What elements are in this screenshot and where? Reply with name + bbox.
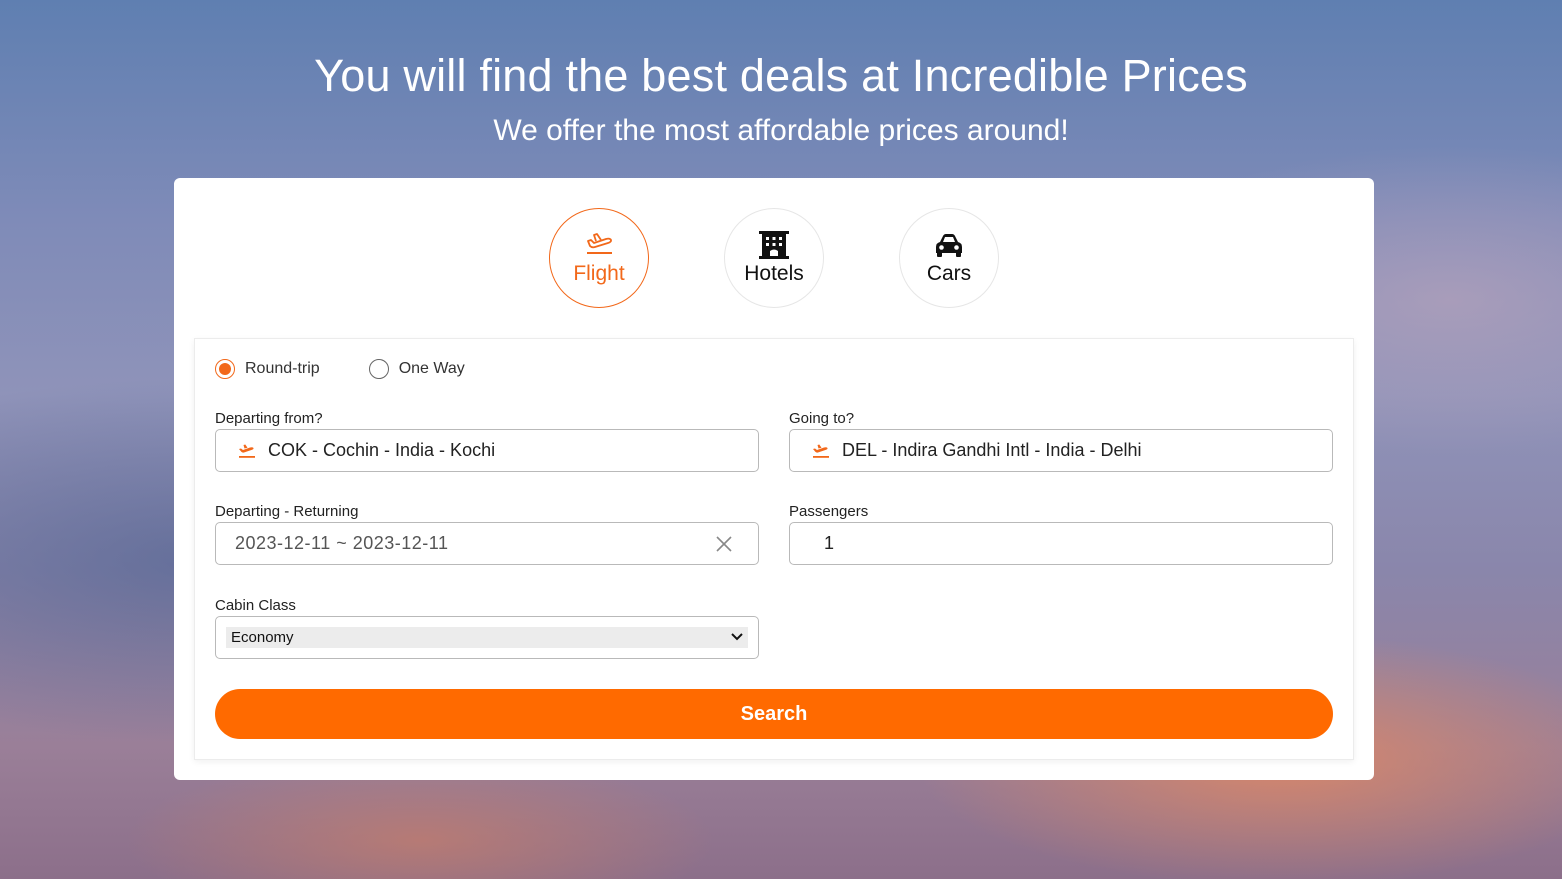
- trip-type-group: Round-trip One Way: [215, 359, 514, 379]
- one-way-radio[interactable]: One Way: [368, 359, 465, 379]
- search-button[interactable]: Search: [215, 689, 1333, 739]
- page-subtitle: We offer the most affordable prices arou…: [493, 114, 1069, 147]
- car-icon: [933, 230, 965, 260]
- cabin-class-select[interactable]: Economy: [215, 616, 759, 659]
- close-icon[interactable]: [714, 534, 734, 554]
- plane-departure-icon: [583, 230, 615, 260]
- flight-search-form: Round-trip One Way Departing from? COK -…: [194, 338, 1354, 760]
- round-trip-radio[interactable]: Round-trip: [215, 359, 320, 379]
- from-label: Departing from?: [215, 410, 323, 427]
- passengers-input[interactable]: 1: [789, 522, 1333, 565]
- departing-from-value: COK - Cochin - India - Kochi: [268, 440, 496, 460]
- to-label: Going to?: [789, 410, 855, 427]
- tab-cars[interactable]: Cars: [899, 208, 999, 308]
- dates-label: Departing - Returning: [215, 503, 359, 520]
- round-trip-label: Round-trip: [245, 360, 320, 377]
- passengers-value: 1: [824, 533, 835, 553]
- chevron-down-icon: [730, 629, 744, 647]
- going-to-input[interactable]: DEL - Indira Gandhi Intl - India - Delhi: [789, 429, 1333, 472]
- tab-flight-label: Flight: [573, 262, 625, 285]
- building-icon: [758, 230, 790, 260]
- passengers-label: Passengers: [789, 503, 869, 520]
- tab-flight[interactable]: Flight: [549, 208, 649, 308]
- date-range-value: 2023-12-11 ~ 2023-12-11: [235, 533, 449, 553]
- plane-departure-icon: [812, 441, 832, 461]
- cabin-class-dropdown[interactable]: Economy: [226, 627, 748, 648]
- tab-hotels-label: Hotels: [744, 262, 804, 285]
- tab-hotels[interactable]: Hotels: [724, 208, 824, 308]
- search-card: Flight Hotels Cars Round-trip One Way De…: [174, 178, 1374, 780]
- tab-cars-label: Cars: [926, 262, 972, 285]
- date-range-input[interactable]: 2023-12-11 ~ 2023-12-11: [215, 522, 759, 565]
- one-way-label: One Way: [398, 360, 465, 377]
- cabin-class-value: Economy: [231, 629, 294, 646]
- page-title: You will find the best deals at Incredib…: [314, 50, 1248, 101]
- radio-circle-checked[interactable]: [215, 359, 235, 379]
- radio-circle-unchecked[interactable]: [368, 359, 389, 379]
- departing-from-input[interactable]: COK - Cochin - India - Kochi: [215, 429, 759, 472]
- going-to-value: DEL - Indira Gandhi Intl - India - Delhi: [842, 440, 1142, 460]
- plane-departure-icon: [238, 441, 258, 461]
- cabin-class-label: Cabin Class: [215, 597, 296, 614]
